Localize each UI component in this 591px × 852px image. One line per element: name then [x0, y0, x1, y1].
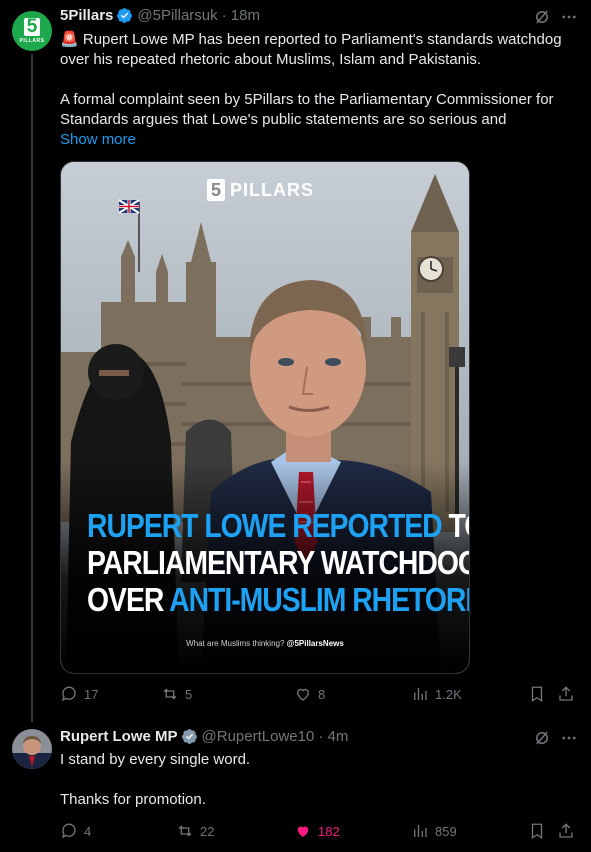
reply-button[interactable]: 4 — [60, 822, 91, 840]
tweet-text-line-2: Thanks for promotion. — [60, 791, 206, 808]
tweet-text-line-1: I stand by every single word. — [60, 751, 251, 768]
media-headline-white-3: OVER — [87, 581, 164, 618]
more-options-icon[interactable] — [560, 729, 578, 747]
show-more-link[interactable]: Show more — [60, 130, 580, 150]
repost-count: 5 — [185, 686, 193, 702]
repost-icon — [178, 825, 192, 837]
heart-filled-icon — [297, 826, 309, 837]
bookmark-icon[interactable] — [528, 822, 546, 840]
author-handle[interactable]: @RupertLowe10 — [202, 728, 315, 745]
grok-icon[interactable] — [533, 8, 551, 26]
tweet-media-image[interactable]: 5 PILLARS RUPERT LOWE REPORTED TO PARLIA… — [60, 161, 470, 674]
tweet-text-line-3: A formal complaint seen by 5Pillars to t… — [60, 91, 554, 108]
views-button[interactable]: 1.2K — [411, 685, 462, 703]
views-chart-icon — [414, 688, 427, 700]
views-button[interactable]: 859 — [411, 822, 457, 840]
tweet-text-line-4: Standards argues that Lowe's public stat… — [60, 111, 507, 128]
tweet-time[interactable]: · 4m — [318, 728, 348, 745]
media-logo: 5 PILLARS — [207, 179, 314, 201]
verified-badge-grey-icon — [181, 729, 197, 744]
reply-count: 17 — [84, 686, 99, 702]
media-logo-text: PILLARS — [230, 179, 315, 200]
thread-connector-line — [31, 54, 33, 722]
repost-count: 22 — [200, 823, 215, 839]
media-headline-line-2: PARLIAMENTARY WATCHDOG — [87, 544, 470, 581]
like-count: 182 — [318, 823, 340, 839]
avatar-logo: 5 — [23, 17, 41, 36]
alert-emoji: 🚨 — [60, 31, 79, 48]
like-count: 8 — [318, 686, 326, 702]
reply-count: 4 — [84, 823, 92, 839]
bookmark-icon[interactable] — [528, 685, 546, 703]
avatar[interactable]: 5 PILLARS — [12, 11, 52, 51]
media-footer: What are Muslims thinking? @5PillarsNews — [61, 639, 469, 648]
author-name[interactable]: Rupert Lowe MP — [60, 728, 178, 745]
tweet-text: I stand by every single word. Thanks for… — [60, 750, 580, 810]
tweet-text: 🚨 Rupert Lowe MP has been reported to Pa… — [60, 30, 580, 150]
tweet-text-line: 🚨 Rupert Lowe MP has been reported to Pa… — [60, 30, 580, 50]
media-headline-blue-1: RUPERT LOWE REPORTED — [87, 507, 443, 544]
reply-button[interactable]: 17 — [60, 685, 98, 703]
grok-icon[interactable] — [533, 729, 551, 747]
more-options-icon[interactable] — [560, 8, 578, 26]
tweet-header: Rupert Lowe MP @RupertLowe10 · 4m — [60, 728, 348, 745]
tweet-header: 5Pillars @5Pillarsuk · 18m — [60, 7, 260, 24]
media-headline-white-1: TO — [448, 507, 469, 544]
tweet-actions: 17 5 8 1.2K — [60, 685, 580, 705]
media-logo-mark: 5 — [207, 179, 226, 201]
repost-button[interactable]: 5 — [161, 685, 192, 703]
reply-icon — [61, 686, 76, 702]
tweet-text-line-1: Rupert Lowe MP has been reported to Parl… — [82, 31, 562, 48]
avatar-logo-text: PILLARS — [19, 38, 45, 44]
repost-button[interactable]: 22 — [176, 822, 214, 840]
tweet-time[interactable]: · 18m — [222, 7, 260, 24]
repost-icon — [163, 688, 177, 700]
tweet-text-line-2: over his repeated rhetoric about Muslims… — [60, 51, 482, 68]
media-headline-line-3: OVER ANTI-MUSLIM RHETORIC — [87, 581, 470, 618]
author-handle[interactable]: @5Pillarsuk — [137, 7, 217, 24]
share-icon[interactable] — [557, 822, 575, 840]
views-count: 859 — [435, 823, 457, 839]
views-count: 1.2K — [435, 686, 462, 702]
media-footer-handle: @5PillarsNews — [286, 639, 344, 648]
media-footer-text: What are Muslims thinking? — [186, 639, 285, 648]
heart-icon — [297, 688, 309, 701]
views-chart-icon — [414, 825, 427, 837]
media-headline-line-1: RUPERT LOWE REPORTED TO — [87, 507, 469, 544]
tweet-actions: 4 22 182 859 — [60, 822, 580, 842]
like-button[interactable]: 182 — [294, 822, 340, 840]
avatar[interactable] — [12, 729, 52, 769]
share-icon[interactable] — [557, 685, 575, 703]
verified-badge-icon — [117, 8, 133, 23]
author-name[interactable]: 5Pillars — [60, 7, 113, 24]
media-headline-blue-3: ANTI-MUSLIM RHETORIC — [169, 581, 470, 618]
reply-icon — [61, 823, 76, 839]
like-button[interactable]: 8 — [294, 685, 325, 703]
